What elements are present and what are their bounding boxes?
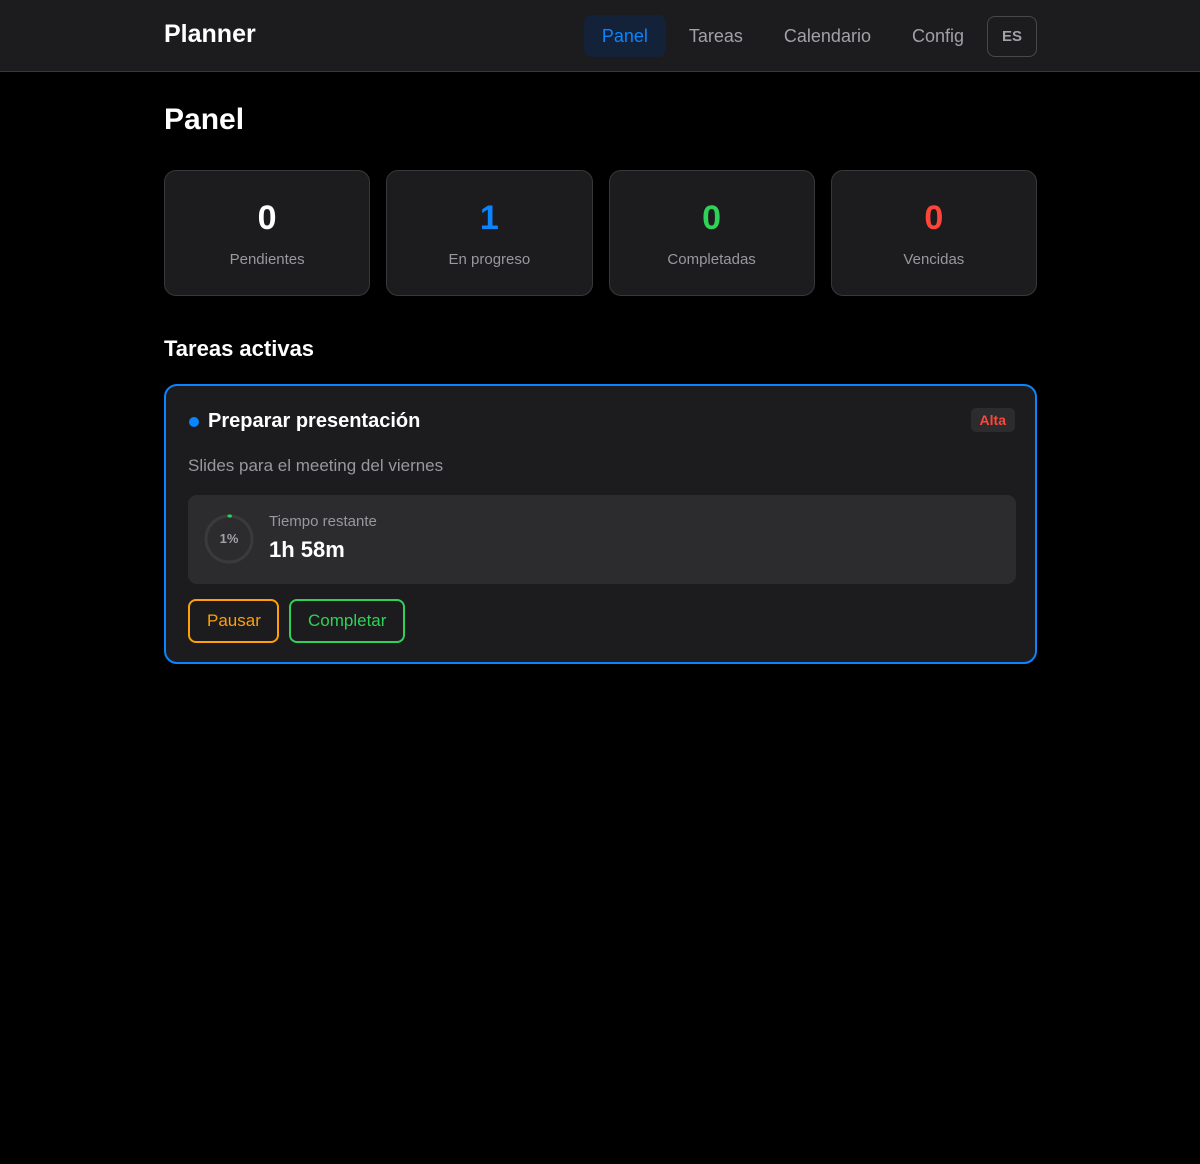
main-content: Panel 0 Pendientes 1 En progreso 0 Compl…	[164, 72, 1037, 664]
timer-panel: 1% Tiempo restante 1h 58m	[188, 495, 1016, 584]
stat-card-en-progreso: 1 En progreso	[386, 170, 593, 296]
time-remaining-value: 1h 58m	[269, 537, 345, 562]
nav-item-panel[interactable]: Panel	[583, 15, 666, 57]
pause-button[interactable]: Pausar	[188, 599, 279, 643]
complete-button[interactable]: Completar	[289, 599, 405, 643]
app-brand[interactable]: Planner	[164, 20, 256, 49]
stat-label: Pendientes	[229, 251, 305, 268]
task-card[interactable]: Preparar presentación Alta Slides para e…	[164, 384, 1037, 664]
stat-label: Completadas	[667, 251, 756, 268]
stat-value: 0	[702, 199, 722, 237]
stat-value: 0	[257, 199, 277, 237]
priority-badge: Alta	[970, 408, 1015, 432]
stat-label: En progreso	[448, 251, 531, 268]
stat-value: 1	[479, 199, 499, 237]
task-title: Preparar presentación	[208, 410, 421, 432]
stat-label: Vencidas	[903, 251, 965, 268]
nav-item-config[interactable]: Config	[894, 15, 982, 57]
stat-card-completadas: 0 Completadas	[608, 170, 815, 296]
nav-item-tareas[interactable]: Tareas	[671, 15, 761, 57]
stats-row: 0 Pendientes 1 En progreso 0 Completadas…	[164, 170, 1037, 296]
section-title-active-tasks: Tareas activas	[164, 336, 315, 361]
stat-card-vencidas: 0 Vencidas	[830, 170, 1037, 296]
main-nav: Panel Tareas Calendario Config ES	[579, 15, 1037, 57]
language-button[interactable]: ES	[987, 15, 1037, 57]
progress-percent: 1%	[219, 531, 239, 546]
task-description: Slides para el meeting del viernes	[188, 456, 444, 475]
status-dot-icon	[189, 417, 199, 427]
time-remaining-label: Tiempo restante	[269, 513, 377, 530]
task-actions: Pausar Completar	[188, 599, 405, 643]
nav-item-calendario[interactable]: Calendario	[766, 15, 889, 57]
stat-value: 0	[924, 199, 944, 237]
page-title: Panel	[164, 103, 245, 136]
stat-card-pendientes: 0 Pendientes	[164, 170, 371, 296]
top-navbar: Planner Panel Tareas Calendario Config E…	[0, 0, 1200, 72]
